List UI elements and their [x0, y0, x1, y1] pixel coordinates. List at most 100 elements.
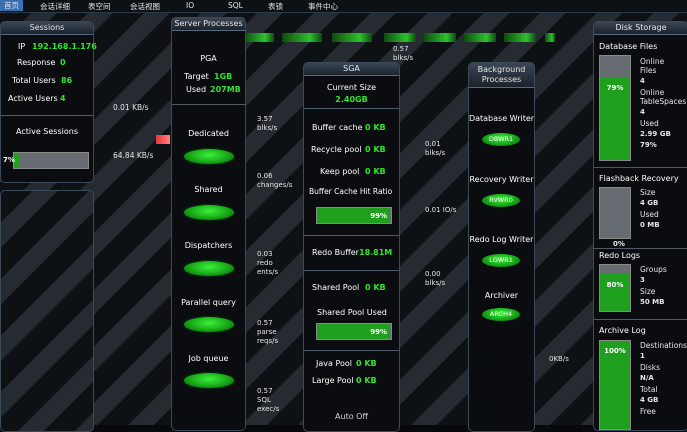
response-value: 0 — [60, 58, 66, 67]
total-users-value: 86 — [61, 76, 73, 85]
flow-segment — [384, 33, 416, 42]
active-users-label: Active Users — [8, 94, 58, 103]
ip-value: 192.168.1.176 — [32, 42, 97, 51]
shared-indicator[interactable] — [184, 205, 234, 220]
sessions-title: Sessions — [1, 22, 93, 35]
online-files-value: 4 — [640, 77, 645, 85]
flow-segment — [545, 33, 555, 42]
total-users-label: Total Users — [12, 76, 56, 85]
online-tablespaces-label: Online TableSpaces — [640, 88, 687, 106]
redo-logs-percent: 80% — [606, 281, 624, 289]
redo-buffer-value: 18.81M — [359, 248, 393, 257]
server-processes-panel: Server Processes PGA Target 1GB Used 207… — [171, 17, 246, 431]
database-files-percent: 79% — [606, 84, 624, 92]
dispatchers-indicator[interactable] — [184, 261, 234, 276]
total-value: 4 GB — [640, 396, 659, 404]
database-files-bar: 79% — [599, 55, 631, 161]
disks-label: Disks — [640, 363, 661, 372]
flashback-bar — [599, 187, 631, 239]
flow-segment — [332, 33, 372, 42]
disk-storage-title: Disk Storage — [594, 22, 687, 35]
divider — [304, 270, 399, 271]
server-processes-title: Server Processes — [172, 18, 245, 31]
online-files-label: Online Files — [640, 57, 665, 75]
job-queue-indicator[interactable] — [184, 373, 234, 388]
auto-mode-status[interactable]: Auto Off — [304, 412, 399, 421]
divider — [1, 115, 93, 116]
flow-segment — [464, 33, 496, 42]
flashback-used-label: Used — [640, 210, 659, 219]
java-pool-value: 0 KB — [356, 359, 377, 368]
net-out-rate: 64.84 KB/s — [113, 151, 154, 160]
shared-pool-label: Shared Pool — [312, 283, 360, 292]
divider — [594, 167, 687, 168]
archiver-rate: 0KB/s — [549, 355, 569, 363]
redo-logs-fill — [600, 274, 630, 311]
divider — [304, 350, 399, 351]
recycle-pool-label: Recycle pool — [311, 145, 362, 154]
hit-ratio-label: Buffer Cache Hit Ratio — [309, 187, 393, 196]
rvwr-rate: 0.01 IO/s — [425, 206, 457, 214]
active-sessions-title: Active Sessions — [16, 127, 78, 136]
used-value: 2.99 GB — [640, 130, 671, 138]
menu-bar: 首页 会话详细 表空间 会话视图 IO SQL 表锁 事件中心 — [0, 0, 687, 13]
shared-pool-value: 0 KB — [365, 283, 386, 292]
redo-log-writer-label: Redo Log Writer — [469, 235, 534, 244]
large-pool-label: Large Pool — [312, 376, 354, 385]
keep-pool-value: 0 KB — [365, 167, 386, 176]
used-percent: 79% — [640, 141, 657, 149]
large-pool-value: 0 KB — [356, 376, 377, 385]
active-users-value: 4 — [60, 94, 66, 103]
dedicated-indicator[interactable] — [184, 149, 234, 164]
database-writer-label: Database Writer — [468, 114, 535, 123]
flashback-recovery-title: Flashback Recovery — [599, 174, 679, 183]
destinations-value: 1 — [640, 352, 645, 360]
hit-ratio-value: 99% — [370, 211, 387, 220]
dbwr-indicator[interactable]: DBWR1 — [482, 133, 520, 146]
hit-ratio-bar: 99% — [316, 207, 392, 224]
target-label: Target — [184, 72, 209, 81]
target-value: 1GB — [214, 72, 233, 81]
archive-log-title: Archive Log — [599, 326, 646, 335]
groups-label: Groups — [640, 265, 667, 274]
menu-tablespace[interactable]: 表空间 — [88, 1, 111, 12]
redo-size-value: 50 MB — [640, 298, 665, 306]
disk-storage-panel: Disk Storage Database Files 79% Online F… — [593, 21, 687, 431]
rvwr-indicator[interactable]: RVWR0 — [482, 194, 520, 207]
recycle-pool-value: 0 KB — [365, 145, 386, 154]
menu-session-detail[interactable]: 会话详细 — [40, 1, 70, 12]
sessions-panel: Sessions IP 192.168.1.176 Response 0 Tot… — [0, 21, 97, 183]
menu-event-center[interactable]: 事件中心 — [308, 1, 338, 12]
flow-segment — [282, 33, 322, 42]
groups-value: 3 — [640, 276, 645, 284]
alert-flow-marker — [156, 135, 170, 144]
used-label: Used — [640, 119, 659, 128]
destinations-label: Destinations — [640, 341, 687, 350]
dedicated-label: Dedicated — [188, 129, 229, 138]
pga-used-label: Used — [186, 85, 207, 94]
parallel-query-indicator[interactable] — [184, 317, 234, 332]
arch-indicator[interactable]: ARCH4 — [482, 308, 520, 321]
blocks-rate: 3.57 blks/s — [257, 115, 278, 132]
divider — [594, 319, 687, 320]
shared-pool-used-bar: 99% — [316, 323, 392, 340]
database-files-title: Database Files — [599, 42, 658, 51]
current-size-label: Current Size — [326, 83, 376, 92]
flow-segment — [244, 33, 274, 42]
menu-session-view[interactable]: 会话视图 — [130, 1, 160, 12]
lgwr-indicator[interactable]: LGWR1 — [482, 254, 520, 267]
flow-segment — [424, 33, 456, 42]
archive-log-percent: 100% — [604, 347, 626, 355]
menu-io[interactable]: IO — [186, 1, 194, 10]
menu-home[interactable]: 首页 — [0, 0, 23, 11]
archive-log-bar: 100% — [599, 340, 631, 430]
archiver-label: Archiver — [484, 291, 519, 300]
menu-table-lock[interactable]: 表锁 — [268, 1, 283, 12]
response-label: Response — [17, 58, 56, 67]
menu-sql[interactable]: SQL — [228, 1, 243, 10]
changes-rate: 0.06 changes/s — [257, 172, 293, 189]
redo-entries-rate: 0.03 redo ents/s — [257, 250, 279, 276]
empty-panel — [0, 190, 94, 432]
flashback-size-label: Size — [640, 188, 656, 197]
dispatchers-label: Dispatchers — [184, 241, 233, 250]
